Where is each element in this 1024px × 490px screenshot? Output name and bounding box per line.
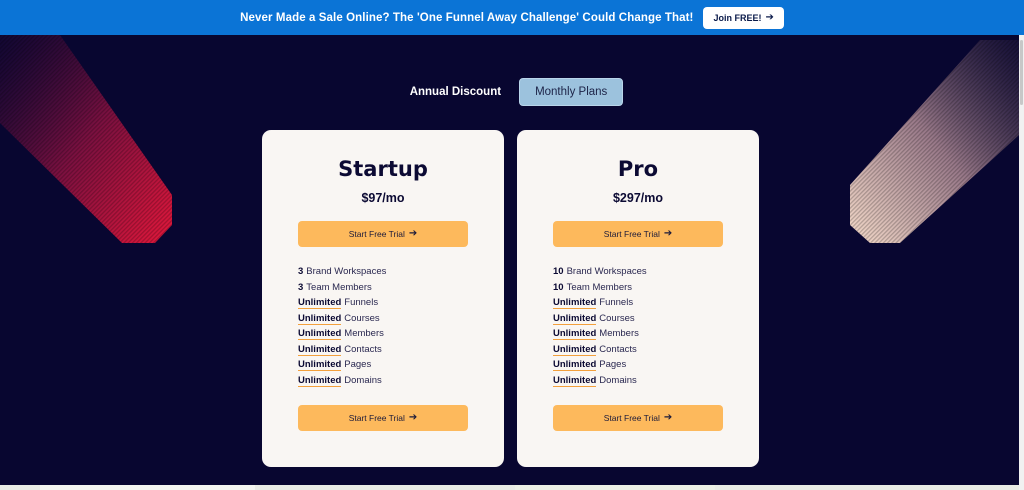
feature-label: Team Members (566, 281, 633, 293)
join-free-label: Join FREE! (713, 12, 762, 23)
plan-card-pro: Pro $297/mo Start Free Trial ➔ 10 Brand W… (517, 130, 759, 467)
feature-label: Contacts (599, 343, 637, 355)
start-free-trial-label: Start Free Trial (348, 229, 405, 239)
plan-price: $97/mo (361, 191, 405, 205)
plan-name: Startup (338, 157, 428, 181)
feature-item: Unlimited Pages (298, 357, 386, 373)
feature-item: Unlimited Contacts (298, 342, 386, 358)
plan-card-startup: Startup $97/mo Start Free Trial ➔ 3 Brand… (262, 130, 504, 467)
feature-item: Unlimited Pages (553, 357, 647, 373)
feature-label: Contacts (344, 343, 382, 355)
feature-item: Unlimited Domains (298, 373, 386, 389)
start-free-trial-button[interactable]: Start Free Trial ➔ (553, 405, 723, 431)
feature-quantity: Unlimited (553, 328, 597, 340)
feature-label: Pages (599, 359, 627, 370)
right-arrow-icon: ➔ (663, 228, 673, 239)
start-free-trial-label: Start Free Trial (603, 413, 660, 423)
feature-label: Courses (344, 312, 380, 324)
announcement-bar: Never Made a Sale Online? The 'One Funne… (0, 0, 1024, 35)
start-free-trial-label: Start Free Trial (603, 229, 660, 239)
feature-quantity: Unlimited (298, 297, 342, 309)
feature-quantity: Unlimited (298, 374, 342, 387)
annual-discount-tab[interactable]: Annual Discount (410, 86, 501, 98)
feature-label: Courses (599, 312, 635, 324)
feature-item: Unlimited Members (553, 326, 647, 342)
feature-item: Unlimited Members (298, 326, 386, 342)
plan-name: Pro (617, 157, 659, 181)
start-free-trial-button[interactable]: Start Free Trial ➔ (298, 405, 468, 431)
right-arrow-icon: ➔ (765, 11, 774, 23)
feature-label: Brand Workspaces (566, 266, 647, 277)
feature-quantity: Unlimited (553, 343, 597, 356)
announcement-text: Never Made a Sale Online? The 'One Funne… (240, 11, 694, 24)
feature-quantity: 10 (553, 281, 564, 293)
feature-list: 10 Brand Workspaces 10 Team Members Unlimi… (553, 264, 647, 388)
feature-quantity: 10 (553, 266, 564, 277)
right-arrow-icon: ➔ (408, 228, 418, 239)
feature-item: Unlimited Courses (553, 311, 647, 327)
feature-label: Pages (344, 359, 372, 370)
bottom-strip (0, 485, 1019, 490)
feature-quantity: Unlimited (553, 297, 597, 309)
feature-item: 3 Team Members (298, 280, 386, 296)
start-free-trial-button[interactable]: Start Free Trial ➔ (553, 221, 723, 247)
pricing-section: Annual Discount Monthly Plans Startup $9… (0, 35, 1019, 485)
feature-quantity: 3 (298, 266, 304, 277)
feature-label: Domains (344, 374, 382, 386)
feature-item: 10 Team Members (553, 280, 647, 296)
feature-quantity: Unlimited (298, 343, 342, 356)
feature-label: Members (344, 328, 384, 339)
feature-item: Unlimited Contacts (553, 342, 647, 358)
feature-list: 3 Brand Workspaces 3 Team Members Unlimite… (298, 264, 386, 388)
start-free-trial-label: Start Free Trial (348, 413, 405, 423)
feature-item: 10 Brand Workspaces (553, 264, 647, 280)
start-free-trial-button[interactable]: Start Free Trial ➔ (298, 221, 468, 247)
feature-item: Unlimited Courses (298, 311, 386, 327)
right-arrow-icon: ➔ (408, 412, 418, 423)
feature-label: Members (599, 328, 639, 339)
scrollbar-thumb[interactable] (1020, 40, 1023, 105)
feature-quantity: Unlimited (553, 374, 597, 387)
feature-item: Unlimited Funnels (298, 295, 386, 311)
feature-quantity: Unlimited (298, 328, 342, 340)
feature-quantity: Unlimited (298, 359, 342, 371)
billing-toggle: Annual Discount Monthly Plans (0, 78, 1019, 106)
feature-label: Brand Workspaces (306, 266, 387, 277)
feature-label: Funnels (599, 297, 634, 308)
feature-item: 3 Brand Workspaces (298, 264, 386, 280)
right-arrow-icon: ➔ (663, 412, 673, 423)
feature-quantity: Unlimited (298, 312, 342, 325)
feature-quantity: Unlimited (553, 359, 597, 371)
join-free-button[interactable]: Join FREE! ➔ (703, 6, 784, 29)
feature-quantity: 3 (298, 281, 304, 293)
feature-item: Unlimited Domains (553, 373, 647, 389)
feature-item: Unlimited Funnels (553, 295, 647, 311)
feature-label: Domains (599, 374, 637, 386)
feature-label: Funnels (344, 297, 379, 308)
monthly-plans-tab[interactable]: Monthly Plans (519, 78, 624, 106)
feature-quantity: Unlimited (553, 312, 597, 325)
plan-price: $297/mo (612, 191, 664, 205)
feature-label: Team Members (306, 281, 372, 293)
